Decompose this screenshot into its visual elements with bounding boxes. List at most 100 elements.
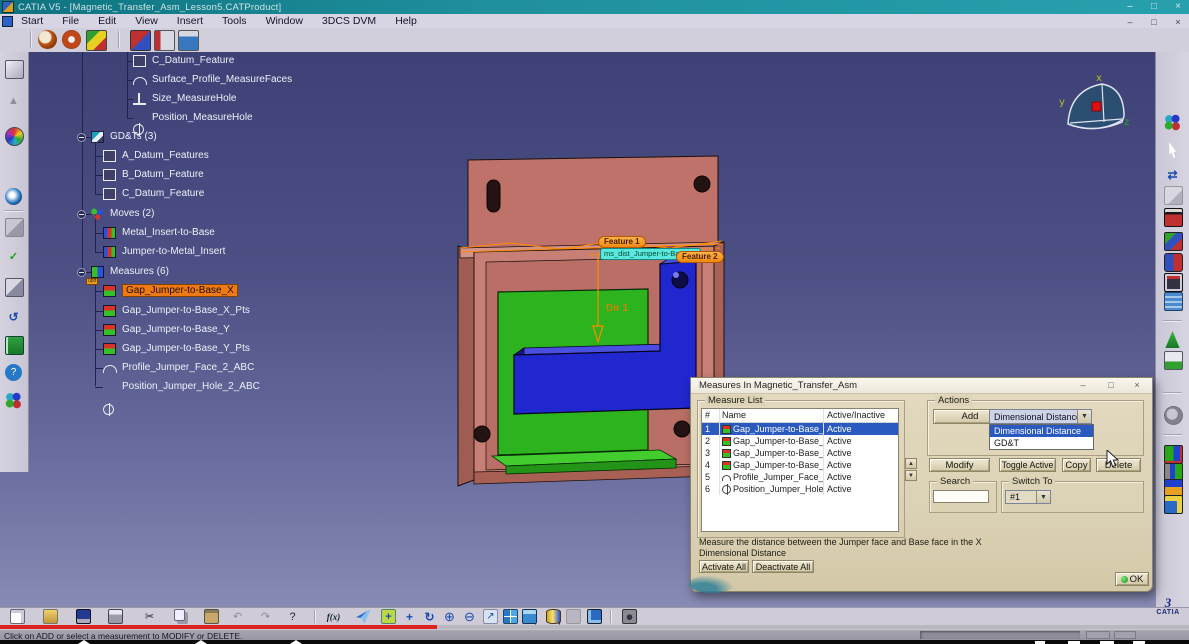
move-up-button[interactable]: ▲	[905, 458, 917, 469]
clapperboard-icon[interactable]	[1164, 208, 1183, 227]
base-left-wall[interactable]	[458, 246, 474, 486]
measure-row-6[interactable]: 6Position_Jumper_Hole_2_ABCActive	[702, 483, 898, 495]
tree-item-measures-6[interactable]: Measures (6)	[110, 265, 169, 278]
tree-cone-icon[interactable]	[1164, 331, 1181, 348]
status-button-1[interactable]	[1086, 631, 1110, 639]
combo-dropdown-arrow-icon[interactable]: ▼	[1077, 410, 1091, 423]
image-chart-icon[interactable]	[1164, 351, 1183, 370]
redo-icon[interactable]: ↷	[258, 609, 273, 624]
menu-insert[interactable]: Insert	[175, 15, 205, 27]
rotate-icon[interactable]: ↻	[422, 609, 437, 624]
fly-mode-icon[interactable]	[356, 609, 371, 624]
doc-restore-button[interactable]: □	[1147, 16, 1161, 28]
orientation-compass[interactable]: x y z	[1058, 72, 1136, 142]
tree-item-gap-jumper-to-base-y-pts[interactable]: Gap_Jumper-to-Base_Y_Pts	[122, 342, 250, 355]
3d-viewport[interactable]: C_Datum_Feature Surface_Profile_MeasureFa…	[0, 52, 1189, 607]
menu-view[interactable]: View	[133, 15, 160, 27]
spheres-cluster-icon[interactable]	[1164, 114, 1181, 131]
menu-tools[interactable]: Tools	[220, 15, 249, 27]
fit-all-in-icon[interactable]: +	[381, 609, 396, 624]
video-control-partial[interactable]	[290, 640, 302, 644]
paint-palette-icon[interactable]	[86, 30, 107, 51]
quad-view-icon[interactable]	[503, 609, 518, 624]
sketch-insert-icon[interactable]	[1164, 495, 1183, 514]
tree-item-position-measurehole[interactable]: Position_MeasureHole	[152, 111, 253, 124]
part-pair-icon[interactable]	[1164, 253, 1183, 272]
tree-item-moves-2[interactable]: Moves (2)	[110, 207, 154, 220]
video-player-strip[interactable]	[0, 640, 1189, 644]
measures-dialog[interactable]: Measures In Magnetic_Transfer_Asm – □ × …	[690, 377, 1153, 592]
tree-item-c-datum-feature[interactable]: C_Datum_Feature	[152, 54, 234, 67]
render-globe-icon[interactable]	[62, 30, 81, 49]
dialog-maximize-button[interactable]: □	[1104, 380, 1118, 391]
new-document-icon[interactable]	[10, 609, 25, 624]
data-table-icon[interactable]	[178, 30, 199, 51]
count-blocks-icon[interactable]	[1164, 445, 1183, 464]
tree-item-gd-ts-3[interactable]: GD&Ts (3)	[110, 130, 157, 143]
measure-row-4[interactable]: 4Gap_Jumper-to-Base_Y_PtsActive	[702, 459, 898, 471]
menu-help[interactable]: Help	[393, 15, 419, 27]
video-control-partial[interactable]	[195, 640, 207, 644]
film-frame-icon[interactable]	[1164, 273, 1183, 292]
tree-item-metal-insert-to-base[interactable]: Metal_Insert-to-Base	[122, 226, 215, 239]
tree-item-gap-jumper-to-base-y[interactable]: Gap_Jumper-to-Base_Y	[122, 323, 230, 336]
new-window-icon[interactable]	[587, 609, 602, 624]
tree-item-position-jumper-hole-2-abc[interactable]: Position_Jumper_Hole_2_ABC	[122, 380, 260, 393]
copy-button[interactable]: Copy	[1062, 458, 1091, 472]
copy-icon[interactable]	[174, 609, 185, 621]
gear-pointer-icon[interactable]	[1164, 406, 1183, 425]
measure-row-2[interactable]: 2Gap_Jumper-to-Base_X_PtsActive	[702, 435, 898, 447]
measure-list-table[interactable]: # Name Active/Inactive 1Gap_Jumper-to-Ba…	[701, 408, 899, 532]
cut-icon[interactable]: ✂	[142, 609, 157, 624]
tree-collapse-node[interactable]	[77, 133, 86, 142]
doc-minimize-button[interactable]: –	[1123, 16, 1137, 28]
camera-icon[interactable]	[622, 609, 637, 624]
tree-collapse-node[interactable]	[77, 210, 86, 219]
eraser-icon[interactable]	[1164, 186, 1183, 205]
compass-red-square[interactable]	[1092, 102, 1101, 111]
ok-button[interactable]: OK	[1115, 572, 1149, 586]
combo-dropdown-arrow-icon[interactable]: ▼	[1036, 491, 1050, 503]
menu-edit[interactable]: Edit	[96, 15, 118, 27]
search-input[interactable]	[933, 490, 989, 503]
measure-row-3[interactable]: 3Gap_Jumper-to-Base_YActive	[702, 447, 898, 459]
tree-item-size-measurehole[interactable]: Size_MeasureHole	[152, 92, 237, 105]
product-structure-icon[interactable]	[130, 30, 151, 51]
deactivate-all-button[interactable]: Deactivate All	[752, 560, 814, 573]
paste-icon[interactable]	[204, 609, 219, 624]
menu-start[interactable]: Start	[19, 15, 45, 27]
measure-type-combo[interactable]: Dimensional Distance ▼	[989, 409, 1092, 424]
switch-to-combo[interactable]: #1 ▼	[1005, 490, 1051, 504]
swap-arrows-icon[interactable]: ⇄	[1164, 166, 1181, 183]
menu-3dcs-dvm[interactable]: 3DCS DVM	[320, 15, 378, 27]
zoom-out-icon[interactable]: ⊖	[462, 609, 477, 624]
minimize-button[interactable]: –	[1123, 1, 1137, 13]
menu-window[interactable]: Window	[264, 15, 305, 27]
measure-row-1[interactable]: 1Gap_Jumper-to-Base_XActive	[702, 423, 898, 435]
tree-item-jumper-to-metal-insert[interactable]: Jumper-to-Metal_Insert	[122, 245, 225, 258]
feature1-label[interactable]: Feature 1	[598, 236, 646, 248]
restore-button[interactable]: □	[1147, 1, 1161, 13]
menu-file[interactable]: File	[60, 15, 81, 27]
iso-view-icon[interactable]	[522, 609, 537, 624]
render-style-off-icon[interactable]	[566, 609, 581, 624]
dialog-minimize-button[interactable]: –	[1076, 380, 1090, 391]
tree-item-b-datum-feature[interactable]: B_Datum_Feature	[122, 168, 204, 181]
print-icon[interactable]	[108, 609, 123, 624]
save-icon[interactable]	[76, 609, 91, 624]
normal-view-icon[interactable]: ↗	[483, 609, 498, 624]
measure-row-5[interactable]: 5Profile_Jumper_Face_2_ABCActive	[702, 471, 898, 483]
render-style-icon[interactable]	[546, 609, 561, 624]
measure-type-dropdown-list[interactable]: Dimensional DistanceGD&T	[989, 424, 1094, 450]
status-input-field[interactable]	[920, 631, 1080, 639]
doc-close-button[interactable]: ×	[1171, 16, 1185, 28]
tree-item-c-datum-feature[interactable]: C_Datum_Feature	[122, 187, 204, 200]
formula-fx-icon[interactable]: f(x)	[326, 609, 341, 624]
tree-item-profile-jumper-face-2-abc[interactable]: Profile_Jumper_Face_2_ABC	[122, 361, 254, 374]
dropdown-option-dimensional-distance[interactable]: Dimensional Distance	[990, 425, 1093, 437]
select-cursor-icon[interactable]	[1164, 142, 1181, 159]
dialog-close-button[interactable]: ×	[1130, 380, 1144, 391]
tree-item-surface-profile-measurefaces[interactable]: Surface_Profile_MeasureFaces	[152, 73, 292, 86]
tree-collapse-node[interactable]	[77, 268, 86, 277]
undo-icon[interactable]: ↶	[230, 609, 245, 624]
